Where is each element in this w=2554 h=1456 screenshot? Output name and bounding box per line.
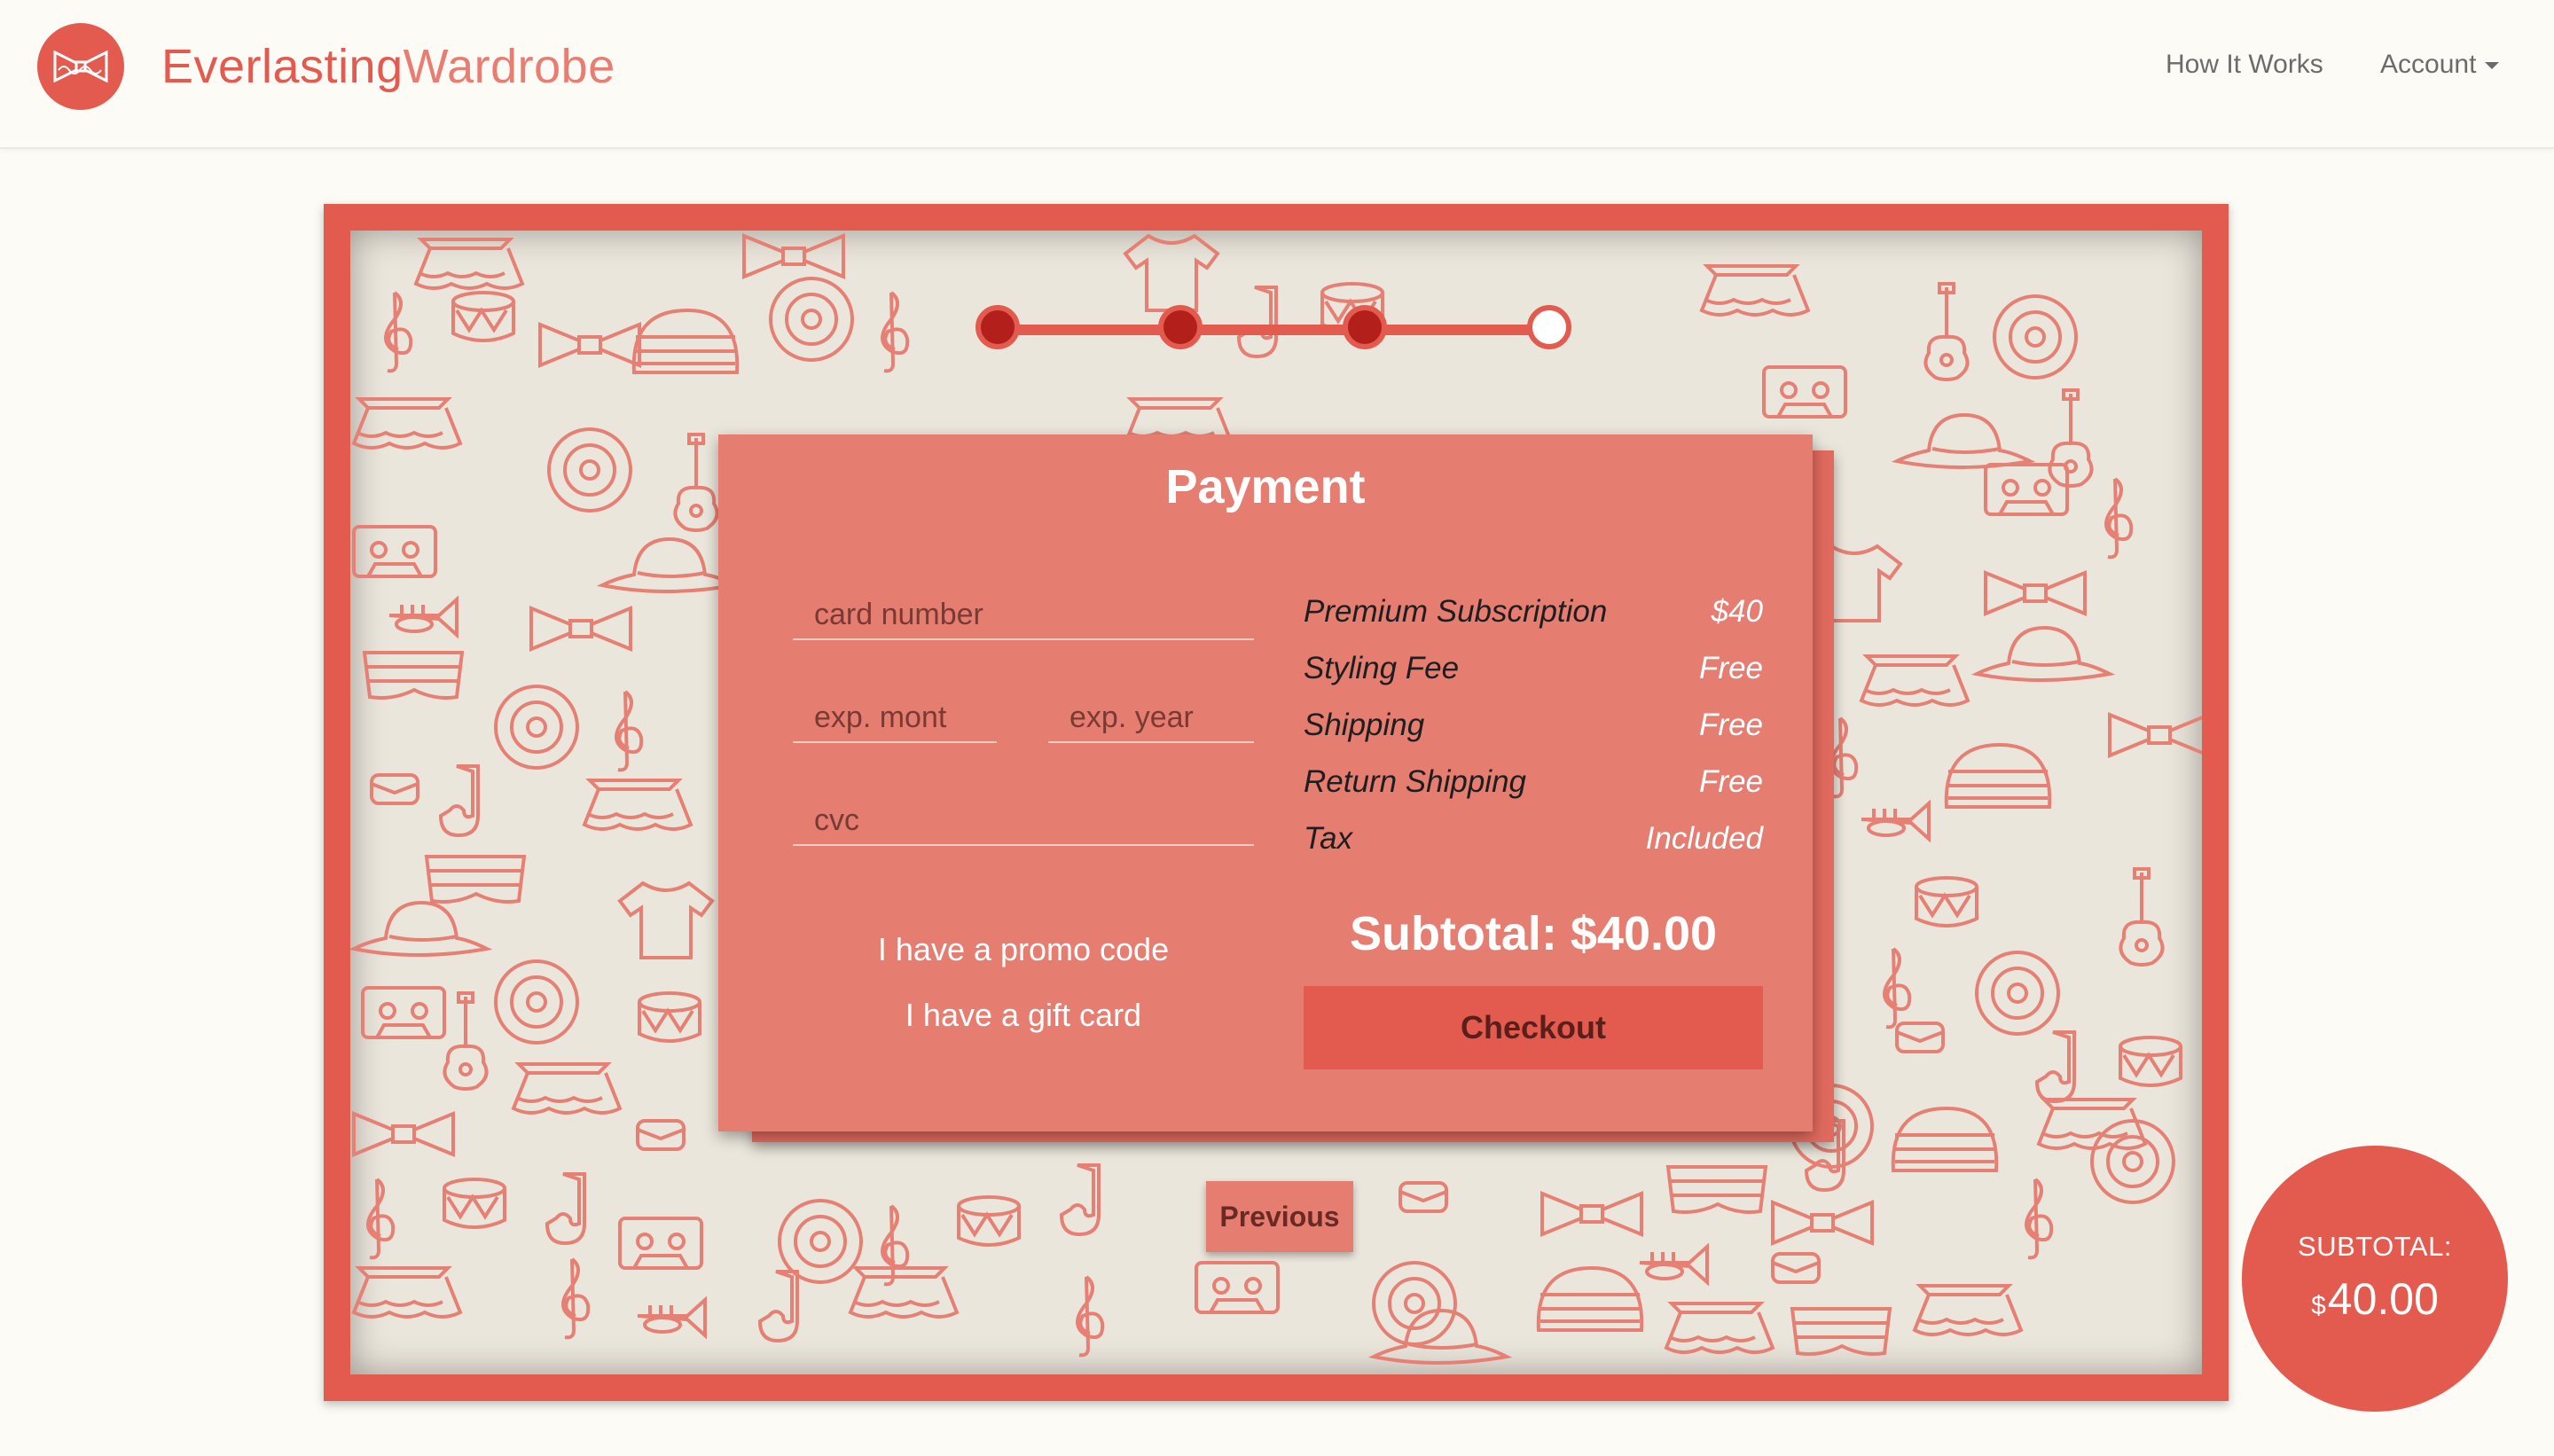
- card-number-input[interactable]: [793, 576, 1254, 638]
- bubble-amount-value: 40.00: [2327, 1274, 2439, 1324]
- exp-year-field: [1048, 679, 1254, 743]
- brand-name[interactable]: EverlastingWardrobe: [161, 39, 615, 94]
- summary-label: Styling Fee: [1304, 651, 1460, 685]
- cvc-field: [793, 782, 1254, 846]
- brand-name-part1: Everlasting: [161, 40, 403, 93]
- card-number-field: [793, 576, 1254, 640]
- summary-label: Tax: [1304, 821, 1353, 856]
- exp-year-input[interactable]: [1048, 679, 1254, 741]
- checkout-button[interactable]: Checkout: [1304, 986, 1763, 1069]
- promo-code-link[interactable]: I have a promo code: [793, 931, 1254, 968]
- summary-value: Free: [1699, 764, 1763, 799]
- nav-account-label: Account: [2380, 50, 2477, 79]
- brand-name-part2: Wardrobe: [403, 40, 615, 93]
- previous-button[interactable]: Previous: [1206, 1181, 1353, 1252]
- stepper-track: [997, 325, 1547, 335]
- bubble-label: SUBTOTAL:: [2298, 1231, 2452, 1262]
- summary-value: Free: [1699, 651, 1763, 685]
- summary-row-tax: Tax Included: [1304, 821, 1763, 878]
- step-3-dot[interactable]: [1343, 305, 1387, 349]
- step-1-dot[interactable]: [975, 305, 1020, 349]
- payment-title: Payment: [1165, 460, 1366, 513]
- nav-account-dropdown[interactable]: Account: [2380, 50, 2500, 80]
- top-navbar: EverlastingWardrobe How It Works Account: [0, 0, 2554, 149]
- payment-card: Payment I have a promo code I have a gif…: [718, 434, 1813, 1131]
- exp-month-input[interactable]: [793, 679, 997, 741]
- cvc-input[interactable]: [793, 782, 1254, 844]
- order-summary: Premium Subscription $40 Styling Fee Fre…: [1304, 594, 1763, 878]
- step-2-dot[interactable]: [1158, 305, 1203, 349]
- step-4-dot-current[interactable]: [1527, 305, 1571, 349]
- exp-month-field: [793, 679, 997, 743]
- bow-tie-logo-icon[interactable]: [37, 23, 124, 110]
- card-subtotal: Subtotal: $40.00: [1349, 907, 1718, 960]
- summary-label: Shipping: [1304, 708, 1425, 742]
- nav-how-it-works-link[interactable]: How It Works: [2166, 50, 2323, 80]
- summary-value: Free: [1699, 708, 1763, 742]
- bubble-currency: $: [2311, 1291, 2326, 1320]
- caret-down-icon: [2485, 62, 2500, 70]
- summary-value: Included: [1645, 821, 1763, 856]
- subtotal-bubble: SUBTOTAL: $40.00: [2242, 1146, 2508, 1412]
- bubble-amount: $40.00: [2242, 1273, 2508, 1325]
- progress-stepper: [972, 305, 1571, 355]
- gift-card-link[interactable]: I have a gift card: [793, 997, 1254, 1034]
- summary-row-return-shipping: Return Shipping Free: [1304, 764, 1763, 821]
- summary-row-premium: Premium Subscription $40: [1304, 594, 1763, 651]
- summary-row-shipping: Shipping Free: [1304, 708, 1763, 764]
- summary-label: Return Shipping: [1304, 764, 1526, 799]
- summary-label: Premium Subscription: [1304, 594, 1608, 629]
- summary-row-styling-fee: Styling Fee Free: [1304, 651, 1763, 708]
- summary-value: $40: [1711, 594, 1763, 629]
